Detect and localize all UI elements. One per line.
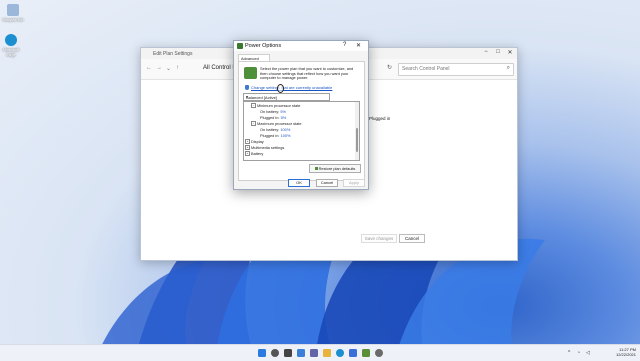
maximize-icon[interactable]: □ xyxy=(493,49,503,58)
tree-item[interactable]: + Battery xyxy=(245,151,264,157)
tree-item-label: Plugged in: xyxy=(260,115,280,120)
change-settings-link[interactable]: Change settings that are currently unava… xyxy=(251,85,332,90)
tree-item[interactable]: + Display xyxy=(245,139,264,145)
clock-date: 12/22/2021 xyxy=(615,352,636,357)
settings-icon[interactable] xyxy=(375,349,383,357)
collapse-icon[interactable]: − xyxy=(251,121,256,127)
cancel-button[interactable]: Cancel xyxy=(399,234,425,243)
tree-item[interactable]: On battery: 5% xyxy=(260,109,286,114)
tree-item[interactable]: + Multimedia settings xyxy=(245,145,285,151)
task-view-icon[interactable] xyxy=(284,349,292,357)
refresh-icon[interactable]: ↻ xyxy=(387,64,392,71)
power-plan-icon xyxy=(244,67,257,79)
save-changes-button[interactable]: Save changes xyxy=(361,234,397,243)
tree-item-label: On battery: xyxy=(260,109,280,114)
tree-item[interactable]: Plugged in: 100% xyxy=(260,133,291,138)
network-icon[interactable]: ◔ xyxy=(577,350,580,356)
desktop-icon-edge[interactable]: Microsoft Edge xyxy=(0,34,22,57)
restore-icon xyxy=(314,167,318,170)
expand-icon[interactable]: + xyxy=(245,139,250,145)
tree-item-label: Plugged in: xyxy=(260,133,280,138)
plugged-in-header: Plugged in xyxy=(369,116,391,121)
close-icon[interactable]: ✕ xyxy=(356,42,361,49)
tree-item-label: On battery: xyxy=(260,127,280,132)
tray-clock[interactable]: 11:27 PM 12/22/2021 xyxy=(616,347,636,357)
tree-item-value[interactable]: 5% xyxy=(281,115,287,120)
store-icon[interactable] xyxy=(349,349,357,357)
tree-item[interactable]: − Minimum processor state xyxy=(251,103,301,109)
tree-item[interactable]: On battery: 100% xyxy=(260,127,290,132)
widgets-icon[interactable] xyxy=(297,349,305,357)
tree-scrollbar[interactable] xyxy=(355,102,359,160)
edge-icon[interactable] xyxy=(336,349,344,357)
chevron-up-icon[interactable]: ^ xyxy=(568,350,570,356)
search-input[interactable]: Search Control Panel ⌕ xyxy=(398,63,514,76)
expand-icon[interactable]: + xyxy=(245,145,250,151)
tree-item[interactable]: Plugged in: 5% xyxy=(260,115,286,120)
apply-button[interactable]: Apply xyxy=(343,179,365,187)
taskbar: ^ ◔ ◁ 11:27 PM 12/22/2021 xyxy=(0,344,640,361)
tree-item-value[interactable]: 100% xyxy=(281,133,291,138)
scrollbar-thumb[interactable] xyxy=(356,128,358,152)
chat-icon[interactable] xyxy=(310,349,318,357)
desktop-icon-label: Recycle Bin xyxy=(2,17,24,22)
tree-item-value[interactable]: 100% xyxy=(280,127,290,132)
dialog-cancel-button[interactable]: Cancel xyxy=(316,179,338,187)
restore-label: Restore plan defaults xyxy=(318,166,356,171)
search-icon[interactable] xyxy=(271,349,279,357)
shield-icon xyxy=(245,85,249,90)
description-text: Select the power plan that you want to c… xyxy=(260,66,354,81)
edge-icon xyxy=(5,34,17,46)
desktop-icon-recycle-bin[interactable]: Recycle Bin xyxy=(2,4,24,22)
mouse-cursor xyxy=(277,84,284,93)
back-icon[interactable]: ← xyxy=(146,65,152,71)
tree-item-label: Multimedia settings xyxy=(251,145,285,150)
collapse-icon[interactable]: − xyxy=(251,103,256,109)
chevron-down-icon[interactable]: ⌄ xyxy=(166,65,171,72)
settings-tree[interactable]: − Minimum processor state On battery: 5% … xyxy=(243,101,360,161)
close-icon[interactable]: ✕ xyxy=(505,49,515,58)
tree-item-label: Minimum processor state xyxy=(257,103,301,108)
tree-item-label: Battery xyxy=(251,151,264,156)
expand-icon[interactable]: + xyxy=(245,151,250,157)
dialog-title: Power Options xyxy=(245,43,282,49)
control-panel-icon[interactable] xyxy=(362,349,370,357)
advanced-settings-panel: Select the power plan that you want to c… xyxy=(238,61,365,181)
help-icon[interactable]: ? xyxy=(343,42,346,48)
dialog-titlebar: Power Options ? ✕ xyxy=(234,41,368,51)
tree-item-label: Maximum processor state xyxy=(257,121,302,126)
start-icon[interactable] xyxy=(258,349,266,357)
search-placeholder: Search Control Panel xyxy=(402,66,450,72)
breadcrumb[interactable]: All Control P xyxy=(203,65,236,71)
window-title: Edit Plan Settings xyxy=(153,51,193,57)
plan-select[interactable]: Balanced [Active] ▾ xyxy=(243,93,330,101)
forward-icon[interactable]: → xyxy=(156,65,162,71)
up-icon[interactable]: ↑ xyxy=(176,65,179,71)
ok-button[interactable]: OK xyxy=(288,179,310,187)
search-icon: ⌕ xyxy=(506,65,510,71)
power-options-icon xyxy=(237,43,243,49)
tree-item-value[interactable]: 5% xyxy=(280,109,286,114)
restore-defaults-button[interactable]: Restore plan defaults xyxy=(309,164,361,173)
minimize-icon[interactable]: − xyxy=(481,49,491,58)
power-options-dialog: Power Options ? ✕ Advanced settings Sele… xyxy=(233,40,369,190)
tree-item[interactable]: − Maximum processor state xyxy=(251,121,302,127)
file-explorer-icon[interactable] xyxy=(323,349,331,357)
recycle-bin-icon xyxy=(7,4,19,16)
volume-icon[interactable]: ◁ xyxy=(586,350,590,356)
chevron-down-icon: ▾ xyxy=(246,94,249,99)
tree-item-label: Display xyxy=(251,139,264,144)
desktop-icon-label: Microsoft Edge xyxy=(2,47,20,57)
